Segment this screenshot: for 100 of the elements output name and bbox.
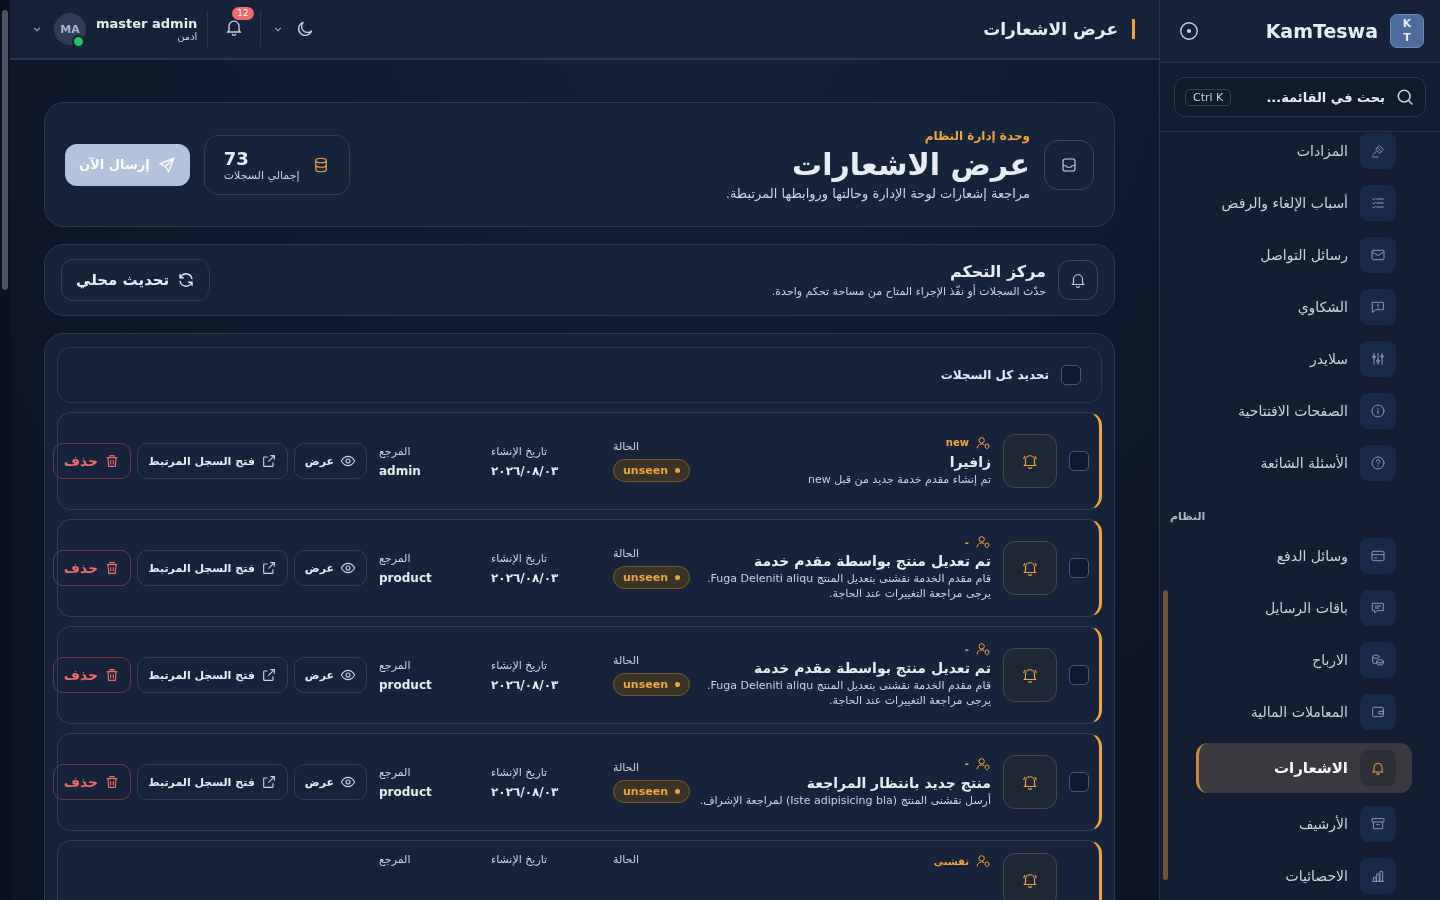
delete-button[interactable]: حذف — [52, 550, 132, 586]
open-record-button[interactable]: فتح السجل المرتبط — [137, 764, 288, 800]
external-link-icon — [260, 560, 277, 576]
shortcut-hint: Ctrl K — [1185, 88, 1232, 106]
hero-subtitle: مراجعة إشعارات لوحة الإدارة وحالتها وروابطها المرتبطة. — [725, 185, 1030, 201]
open-record-button[interactable]: فتح السجل المرتبط — [137, 657, 288, 693]
notification-count: 12 — [232, 7, 254, 20]
bar-chart-icon — [1370, 868, 1386, 884]
status-label: الحالة — [613, 853, 640, 866]
sender-tag: نقشنى — [933, 855, 969, 867]
created-date: ٢٠٢٦/٠٨/٠٣ — [491, 463, 559, 478]
open-record-button[interactable]: فتح السجل المرتبط — [137, 443, 288, 479]
coins-icon — [1370, 652, 1386, 668]
brand-name: KamTeswa — [1265, 20, 1378, 42]
user-icon — [975, 434, 991, 451]
checklist-icon — [1370, 195, 1386, 211]
external-link-icon — [260, 774, 277, 790]
bell-icon — [1370, 760, 1386, 776]
user-icon — [975, 755, 991, 772]
eye-icon — [340, 774, 356, 790]
status-label: الحالة — [613, 761, 640, 774]
delete-button[interactable]: حذف — [52, 764, 132, 800]
reference-label: المرجع — [379, 765, 411, 779]
eye-icon — [340, 560, 356, 576]
help-icon — [1370, 455, 1386, 471]
delete-button[interactable]: حذف — [52, 657, 132, 693]
search-field[interactable]: بحث في القائمة... — [1239, 88, 1387, 106]
scrollbar[interactable] — [1163, 590, 1168, 880]
section-heading: النظام — [1170, 509, 1207, 525]
sidebar-item[interactable]: الشكاوي — [1198, 286, 1404, 328]
user-name: master admin — [96, 16, 198, 31]
view-button[interactable]: عرض — [293, 657, 367, 693]
bell-icon — [1058, 260, 1098, 300]
eye-icon — [340, 667, 356, 683]
user-icon — [975, 853, 991, 869]
user-icon — [975, 641, 991, 658]
stat-label: إجمالي السجلات — [223, 168, 300, 182]
reference-value: product — [379, 677, 432, 692]
status-badge: unseen — [613, 459, 690, 482]
sidebar-item[interactable]: الاشعارات — [1196, 743, 1412, 793]
control-subtitle: حدّث السجلات أو نفّذ الإجراء المتاح من مساحة تحكم واحدة. — [771, 285, 1046, 298]
user-avatar[interactable]: MA — [54, 13, 86, 45]
message-icon — [1370, 600, 1386, 616]
bell-icon — [1003, 541, 1057, 595]
eye-icon — [340, 453, 356, 469]
checkbox[interactable] — [1069, 665, 1089, 685]
sender-tag: - — [964, 643, 969, 655]
checkbox[interactable] — [1069, 451, 1089, 471]
checkbox[interactable] — [1069, 558, 1089, 578]
sender-tag: - — [964, 536, 969, 548]
date-label: تاريخ الإنشاء — [491, 444, 548, 458]
status-badge: unseen — [613, 780, 690, 803]
sender-tag: new — [945, 437, 969, 449]
sidebar-item[interactable]: الأسئلة الشائعة — [1198, 442, 1404, 484]
sidebar-item[interactable]: وسائل الدفع — [1198, 535, 1404, 577]
date-label: تاريخ الإنشاء — [491, 551, 548, 565]
reference-value: product — [379, 784, 432, 799]
mail-icon — [1370, 247, 1386, 263]
checkbox[interactable] — [1061, 365, 1081, 385]
reference-label: المرجع — [379, 853, 411, 866]
created-date: ٢٠٢٦/٠٨/٠٣ — [491, 677, 559, 692]
sidebar-item[interactable]: سلايدر — [1198, 338, 1404, 380]
notification-body: أرسل نقشنى المنتج (Iste adipisicing bla) لمراجعة الإشراف. — [698, 793, 991, 809]
view-button[interactable]: عرض — [293, 764, 367, 800]
notification-body: قام مقدم الخدمة نقشنى بتعديل المنتج Fuga Deleniti aliqu. يرجى مراجعة التغييرات عند الحاجة. — [706, 572, 991, 602]
sidebar-item[interactable]: المزادات — [1198, 130, 1404, 172]
view-button[interactable]: عرض — [293, 443, 367, 479]
user-role: ادمن — [177, 31, 198, 42]
control-title: مركز التحكم — [948, 262, 1046, 281]
inbox-icon — [1044, 139, 1094, 190]
view-button[interactable]: عرض — [293, 550, 367, 586]
sidebar-item[interactable]: باقات الرسايل — [1198, 587, 1404, 629]
refresh-icon — [177, 271, 196, 289]
sidebar-item[interactable]: الاحصائيات — [1198, 855, 1404, 897]
sidebar-item[interactable]: أسباب الإلغاء والرفض — [1198, 182, 1404, 224]
sidebar-item[interactable]: المعاملات المالية — [1198, 691, 1404, 733]
delete-button[interactable]: حذف — [52, 443, 132, 479]
reference-label: المرجع — [379, 444, 411, 458]
sidebar-item[interactable]: الصفحات الافتتاحية — [1198, 390, 1404, 432]
open-record-button[interactable]: فتح السجل المرتبط — [137, 550, 288, 586]
sidebar-item[interactable]: الأرشيف — [1198, 803, 1404, 845]
eyebrow-label: وحدة إدارة النظام — [923, 128, 1030, 143]
date-label: تاريخ الإنشاء — [491, 658, 548, 672]
sidebar-item[interactable]: رسائل التواصل — [1198, 234, 1404, 276]
notification-title: تم تعديل منتج بواسطة مقدم خدمة — [753, 553, 991, 570]
refresh-button[interactable]: تحديث محلي — [61, 259, 211, 301]
scrollbar[interactable] — [0, 0, 10, 900]
target-icon[interactable] — [1178, 20, 1200, 42]
reference-label: المرجع — [379, 658, 411, 672]
checkbox[interactable] — [1069, 772, 1089, 792]
chat-icon — [1370, 299, 1386, 315]
status-badge: unseen — [613, 673, 690, 696]
sidebar-item[interactable]: الارباح — [1198, 639, 1404, 681]
status-label: الحالة — [613, 440, 640, 453]
reference-label: المرجع — [379, 551, 411, 565]
external-link-icon — [260, 453, 277, 469]
archive-icon — [1370, 816, 1386, 832]
select-all-label: تحديد كل السجلات — [940, 368, 1049, 382]
info-icon — [1370, 403, 1386, 419]
notification-title: تم تعديل منتج بواسطة مقدم خدمة — [753, 660, 991, 677]
